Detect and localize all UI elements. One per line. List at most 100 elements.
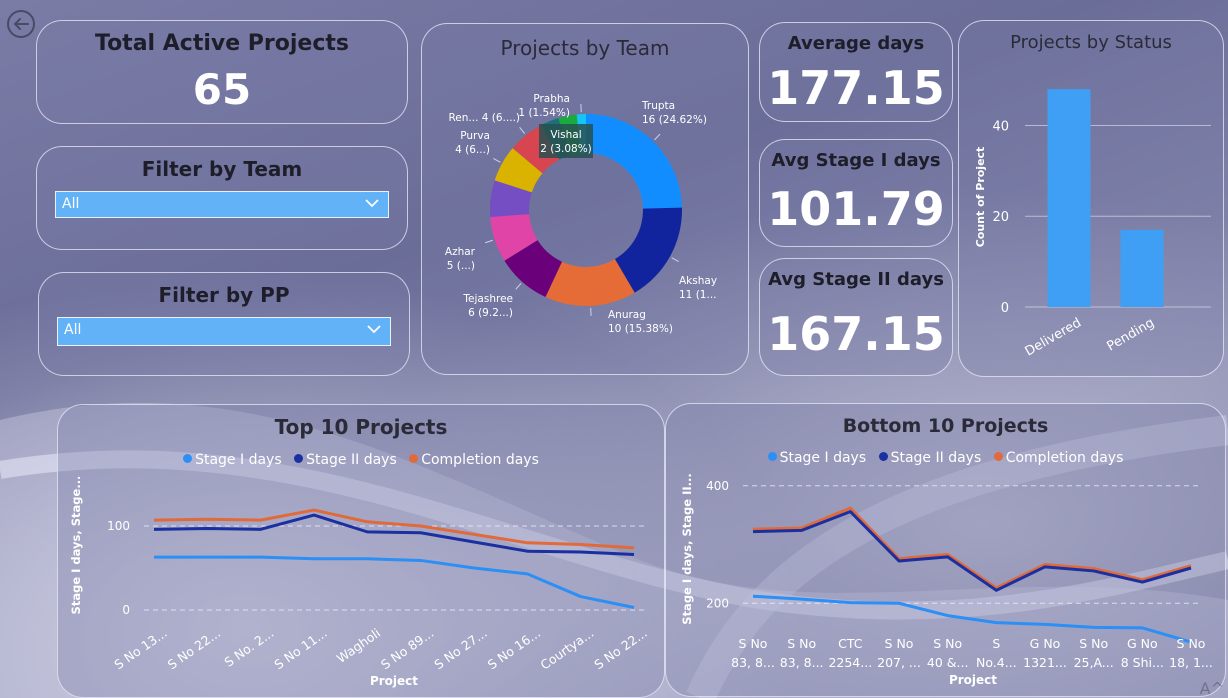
watermark: A^ xyxy=(1199,679,1224,698)
donut-label-prabha: Prabha xyxy=(533,93,570,105)
team-chart-title: Projects by Team xyxy=(500,36,670,60)
status-chart-title: Projects by Status xyxy=(1010,32,1172,53)
status-bar-delivered[interactable] xyxy=(1047,89,1091,308)
total-projects-value: 65 xyxy=(192,65,252,114)
donut-slice-trupta[interactable] xyxy=(586,114,682,209)
legend-stage1[interactable]: Stage I days xyxy=(767,450,866,466)
donut-leader-line xyxy=(485,239,493,244)
chevron-down-icon xyxy=(365,199,379,208)
xtick: 8 Shi... xyxy=(1121,655,1164,670)
top10-title: Top 10 Projects xyxy=(274,415,448,439)
avg-days-title: Average days xyxy=(787,33,925,54)
back-button[interactable] xyxy=(6,9,36,39)
xtick: S No xyxy=(885,636,914,651)
filter-team-title: Filter by Team xyxy=(141,157,303,181)
xtick: S No. 2... xyxy=(221,625,276,670)
team-donut-card: Projects by Team Trupta 16 (24.62%) Akshay… xyxy=(421,23,749,375)
status-ytick: 0 xyxy=(1001,301,1009,316)
team-dropdown-value: All xyxy=(62,196,80,212)
xtick: 40 &... xyxy=(927,655,969,670)
status-chart-card: Projects by Status 0 20 40 Count of Project… xyxy=(958,20,1224,377)
donut-leader-line xyxy=(671,257,679,262)
xtick: S No xyxy=(739,636,768,651)
arrow-left-circle-icon xyxy=(7,10,35,38)
avg-stage2-title: Avg Stage II days xyxy=(768,269,944,290)
donut-label-tejashree: Tejashree xyxy=(462,293,513,305)
legend-completion[interactable]: Completion days xyxy=(409,452,539,468)
ytick: 100 xyxy=(107,519,130,533)
xlabel: Project xyxy=(370,674,418,688)
xtick: 83, 8... xyxy=(780,655,824,670)
team-dropdown[interactable]: All xyxy=(55,191,389,218)
xtick: 1321... xyxy=(1023,655,1067,670)
donut-leader-line xyxy=(493,158,501,163)
avg-stage2-card: Avg Stage II days 167.15 xyxy=(759,258,953,376)
total-projects-title: Total Active Projects xyxy=(94,31,349,56)
xtick: S No 11... xyxy=(271,625,329,672)
donut-label-purva: Purva xyxy=(460,130,490,142)
status-xtick: Pending xyxy=(1104,315,1157,354)
avg-stage1-value: 101.79 xyxy=(767,182,945,236)
status-ylabel: Count of Project xyxy=(974,147,987,248)
tooltip-name: Vishal xyxy=(550,129,581,141)
legend-stage2[interactable]: Stage II days xyxy=(878,450,981,466)
series-line-stage-ii-days[interactable] xyxy=(752,510,1192,592)
chevron-down-icon xyxy=(367,325,381,334)
xtick: S No xyxy=(1079,636,1108,651)
donut-label-value-trupta: 16 (24.62%) xyxy=(642,114,707,126)
ytick: 200 xyxy=(706,596,729,610)
legend-stage2[interactable]: Stage II days xyxy=(294,452,397,468)
ytick: 400 xyxy=(706,479,729,493)
xlabel: Project xyxy=(949,673,997,687)
avg-stage1-card: Avg Stage I days 101.79 xyxy=(759,139,953,247)
donut-label-anurag: Anurag xyxy=(608,309,646,321)
filter-pp-card: Filter by PP All xyxy=(38,272,410,376)
xtick: S No 13... xyxy=(111,625,169,672)
donut-leader-line xyxy=(654,133,661,141)
bottom10-card: Bottom 10 Projects Stage I days Stage II… xyxy=(665,403,1226,697)
avg-days-card: Average days 177.15 xyxy=(759,22,953,122)
top10-line-chart[interactable]: 0 100 Stage I days, Stage... Project S No 13… xyxy=(58,477,666,697)
status-xtick: Delivered xyxy=(1023,315,1084,359)
legend-completion[interactable]: Completion days xyxy=(993,450,1123,466)
bottom10-line-chart[interactable]: 200 400 Stage I days, Stage II... Project S … xyxy=(666,474,1227,698)
status-bar-pending[interactable] xyxy=(1120,229,1164,307)
tooltip-value: 2 (3.08%) xyxy=(540,143,592,155)
xtick: 18, 1... xyxy=(1169,655,1213,670)
donut-label-azhar: Azhar xyxy=(445,246,476,258)
top10-legend: Stage I days Stage II days Completion da… xyxy=(58,452,664,468)
xtick: Wagholi xyxy=(334,625,383,666)
donut-label-trupta: Trupta xyxy=(641,100,675,112)
ylabel: Stage I days, Stage II... xyxy=(680,474,694,625)
xtick: S No 16... xyxy=(485,625,543,672)
pp-dropdown[interactable]: All xyxy=(57,317,391,346)
top10-card: Top 10 Projects Stage I days Stage II da… xyxy=(57,404,665,698)
series-line-stage-i-days[interactable] xyxy=(154,555,635,609)
status-ytick: 20 xyxy=(992,210,1009,225)
xtick: S No 89... xyxy=(378,625,436,672)
team-donut-chart[interactable]: Trupta 16 (24.62%) Akshay 11 (1... Anurag 10 … xyxy=(422,62,750,372)
donut-label-value-prabha: 1 (1.54%) xyxy=(518,107,570,119)
bottom10-title: Bottom 10 Projects xyxy=(842,415,1049,437)
donut-label-value-akshay: 11 (1... xyxy=(679,289,717,301)
series-line-completion-days[interactable] xyxy=(752,506,1192,590)
ytick: 0 xyxy=(122,603,130,617)
filter-pp-title: Filter by PP xyxy=(158,283,290,307)
status-ytick: 40 xyxy=(992,119,1009,134)
pp-dropdown-value: All xyxy=(64,322,82,338)
xtick: G No xyxy=(1030,636,1061,651)
avg-days-value: 177.15 xyxy=(767,61,945,115)
xtick: S No 22... xyxy=(591,625,649,672)
legend-stage1[interactable]: Stage I days xyxy=(183,452,282,468)
avg-stage1-title: Avg Stage I days xyxy=(771,150,941,171)
xtick: S No xyxy=(787,636,816,651)
donut-label-value-azhar: 5 (...) xyxy=(447,260,475,272)
xtick: G No xyxy=(1127,636,1158,651)
xtick: 83, 8... xyxy=(731,655,775,670)
filter-team-card: Filter by Team All xyxy=(36,146,408,250)
donut-label-akshay: Akshay xyxy=(679,275,717,287)
xtick: Courtya... xyxy=(538,625,597,672)
xtick: S No xyxy=(1177,636,1206,651)
total-projects-card: Total Active Projects 65 xyxy=(36,20,408,124)
status-bar-chart[interactable]: 0 20 40 Count of Project Delivered Pending xyxy=(959,57,1225,377)
